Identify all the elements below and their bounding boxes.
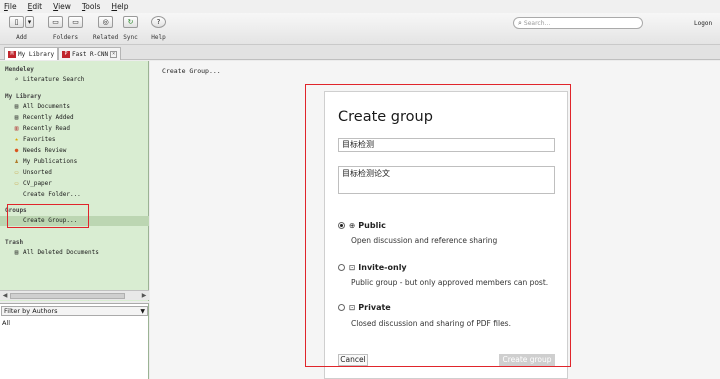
sidebar-item-recently-read[interactable]: ▥ Recently Read (13, 124, 70, 133)
remove-folder-icon[interactable]: ▭ (68, 16, 83, 28)
sidebar-item-literature-search[interactable]: ⌕ Literature Search (13, 75, 85, 84)
tab-my-library[interactable]: M My Library (4, 47, 59, 60)
related-button[interactable]: ◎ Related (93, 16, 118, 41)
group-name-input[interactable]: 目标检测 (338, 138, 555, 152)
group-description-textarea[interactable]: 目标检测论文 (338, 166, 555, 194)
add-button[interactable]: ▯ ▾ Add (9, 16, 34, 41)
sidebar-header-mendeley: Mendeley (5, 66, 34, 73)
search-icon: ⌕ (518, 18, 522, 27)
menu-view[interactable]: View (53, 2, 71, 11)
sidebar-item-all-deleted-documents[interactable]: ▤ All Deleted Documents (13, 248, 99, 257)
scroll-left-icon[interactable]: ◀ (1, 292, 9, 300)
search-input[interactable]: ⌕ Search... (513, 17, 643, 29)
sidebar-item-needs-review[interactable]: ● Needs Review (13, 146, 67, 155)
star-icon: ★ (14, 136, 19, 143)
create-group-dialog: Create group 目标检测 目标检测论文 ⊕ Public Open d… (324, 91, 568, 379)
menu-help[interactable]: Help (111, 2, 128, 11)
needs-review-icon: ● (14, 147, 19, 154)
scrollbar-thumb[interactable] (10, 293, 125, 299)
option-private-desc: Closed discussion and sharing of PDF fil… (351, 319, 511, 328)
cancel-button[interactable]: Cancel (338, 354, 368, 366)
sidebar-item-all-documents[interactable]: ▤ All Documents (13, 102, 70, 111)
lock-icon: ⊡ (349, 303, 356, 312)
toolbar: ▯ ▾ Add ▭ ▭ Folders ◎ Related ↻ Sync ? H… (0, 13, 720, 45)
lock-icon: ⊡ (349, 263, 356, 272)
recently-read-icon: ▥ (14, 125, 19, 132)
filter-item-all[interactable]: All (2, 319, 10, 327)
menu-edit[interactable]: Edit (28, 2, 43, 11)
folders-button[interactable]: ▭ ▭ Folders (48, 16, 83, 41)
tab-strip: M My Library P Fast R-CNN × (0, 45, 720, 60)
option-invite-only[interactable]: ⊡ Invite-only (338, 263, 407, 272)
sidebar-item-favorites[interactable]: ★ Favorites (13, 135, 56, 144)
sidebar-item-cv-paper[interactable]: ▭ CV_paper (13, 179, 52, 188)
folder-icon: ▭ (14, 169, 19, 176)
sidebar-header-my-library: My Library (5, 93, 42, 100)
chevron-down-icon: ▼ (140, 308, 145, 315)
logon-button[interactable]: Logon (694, 20, 712, 27)
trash-icon: ▤ (14, 249, 19, 256)
globe-icon: ⊕ (349, 221, 356, 230)
sidebar-item-my-publications[interactable]: ♟ My Publications (13, 157, 78, 166)
sidebar-item-recently-added[interactable]: ▤ Recently Added (13, 113, 74, 122)
person-icon: ♟ (14, 158, 19, 165)
sidebar-scrollbar[interactable]: ◀ ▶ (0, 290, 149, 300)
page-title: Create Group... (162, 67, 221, 75)
search-icon: ⌕ (14, 76, 19, 83)
help-button[interactable]: ? Help (151, 16, 166, 41)
sync-icon: ↻ (123, 16, 138, 28)
filter-select[interactable]: Filter by Authors ▼ (1, 306, 148, 316)
option-public-desc: Open discussion and reference sharing (351, 236, 498, 245)
scroll-right-icon[interactable]: ▶ (140, 292, 148, 300)
recently-added-icon: ▤ (14, 114, 19, 121)
folder-icon: ▭ (14, 180, 19, 187)
sidebar: Mendeley ⌕ Literature Search My Library … (0, 61, 149, 301)
chevron-down-icon[interactable]: ▾ (25, 16, 34, 28)
radio-public[interactable] (338, 222, 345, 229)
close-icon[interactable]: × (110, 50, 118, 58)
menu-tools[interactable]: Tools (82, 2, 100, 11)
pdf-icon: P (62, 50, 70, 58)
radio-invite-only[interactable] (338, 264, 345, 271)
sidebar-header-trash: Trash (5, 239, 24, 246)
menu-file[interactable]: File (4, 2, 17, 11)
option-invite-only-desc: Public group - but only approved members… (351, 278, 549, 287)
radio-private[interactable] (338, 304, 345, 311)
filter-pane: Filter by Authors ▼ All (0, 303, 149, 379)
menu-bar: File Edit View Tools Help (0, 0, 720, 13)
documents-icon: ▤ (14, 103, 19, 110)
sidebar-header-groups: Groups (5, 207, 27, 214)
tab-fast-rcnn[interactable]: P Fast R-CNN × (58, 47, 122, 60)
add-document-icon: ▯ (9, 16, 24, 28)
help-icon: ? (151, 16, 166, 28)
sidebar-item-create-group[interactable]: Create Group... (13, 216, 77, 225)
sync-button[interactable]: ↻ Sync (123, 16, 138, 41)
sidebar-item-create-folder[interactable]: Create Folder... (13, 190, 81, 199)
dialog-title: Create group (338, 109, 433, 125)
sidebar-item-unsorted[interactable]: ▭ Unsorted (13, 168, 52, 177)
create-group-button[interactable]: Create group (499, 354, 555, 366)
add-folder-icon: ▭ (48, 16, 63, 28)
related-icon: ◎ (98, 16, 114, 28)
mendeley-icon: M (8, 50, 16, 58)
option-private[interactable]: ⊡ Private (338, 303, 391, 312)
option-public[interactable]: ⊕ Public (338, 221, 386, 230)
